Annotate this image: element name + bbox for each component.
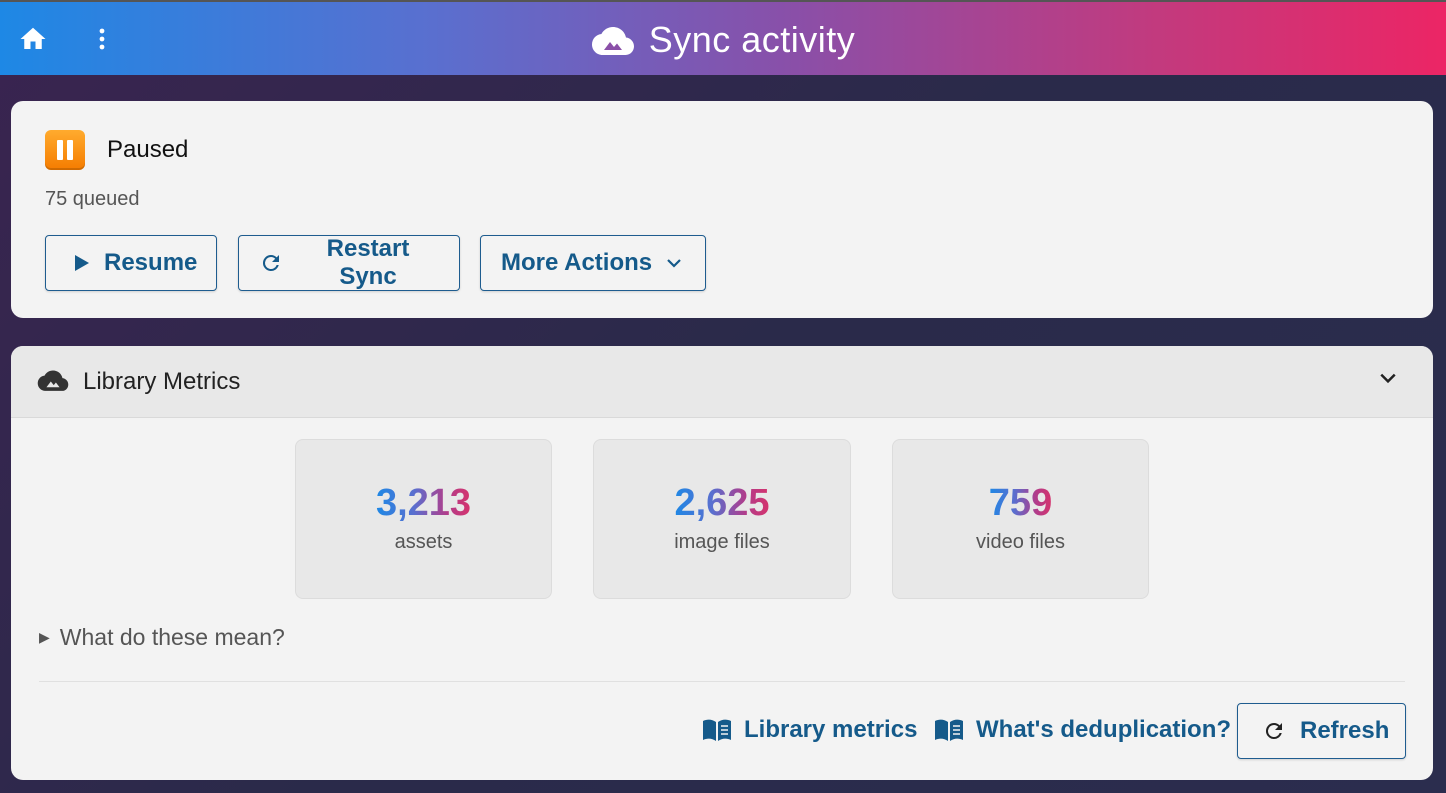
refresh-label: Refresh (1300, 717, 1390, 744)
library-metrics-link-label: Library metrics (744, 716, 918, 743)
library-metrics-header[interactable]: Library Metrics (11, 346, 1433, 418)
disclosure-label: What do these mean? (59, 624, 285, 650)
what-do-these-mean-toggle[interactable]: ▶ What do these mean? (39, 624, 285, 651)
restart-sync-label: Restart Sync (326, 235, 410, 290)
divider (39, 681, 1405, 682)
kebab-menu-icon[interactable] (92, 24, 112, 54)
library-metrics-link[interactable]: Library metrics (702, 716, 917, 744)
book-icon (935, 719, 963, 741)
status-label: Paused (107, 136, 189, 163)
metric-value: 759 (988, 482, 1053, 524)
resume-label: Resume (104, 249, 198, 276)
home-icon[interactable] (18, 24, 48, 54)
page-title: Sync activity (648, 18, 856, 60)
library-metrics-card: Library Metrics 3,213 assets 2,625 image… (11, 346, 1433, 780)
chevron-down-icon (667, 259, 681, 268)
status-row: Paused (45, 130, 188, 170)
pause-icon (45, 130, 85, 170)
book-icon (703, 719, 731, 741)
deduplication-link-label: What's deduplication? (976, 716, 1232, 743)
resume-button[interactable]: Resume (45, 235, 217, 291)
metric-value: 2,625 (674, 482, 770, 524)
metric-label: assets (394, 531, 453, 553)
cloud-icon (37, 370, 69, 391)
refresh-icon (262, 254, 279, 271)
metric-tile-video-files: 759 video files (892, 439, 1149, 599)
triangle-right-icon: ▶ (39, 629, 50, 645)
deduplication-link[interactable]: What's deduplication? (934, 716, 1231, 744)
play-icon (75, 255, 89, 271)
restart-sync-button[interactable]: Restart Sync (238, 235, 460, 291)
library-metrics-title: Library Metrics (83, 368, 241, 395)
metric-label: video files (976, 531, 1065, 553)
chevron-down-icon[interactable] (1379, 372, 1397, 384)
cloud-icon (591, 26, 634, 55)
metric-value: 3,213 (375, 482, 472, 524)
app-header: Sync activity (0, 0, 1446, 75)
refresh-icon (1265, 723, 1282, 739)
more-actions-label: More Actions (501, 249, 653, 276)
refresh-button[interactable]: Refresh (1237, 703, 1406, 759)
metric-tile-assets: 3,213 assets (295, 439, 552, 599)
metric-label: image files (674, 531, 770, 553)
more-actions-button[interactable]: More Actions (480, 235, 706, 291)
queued-count: 75 queued (45, 188, 140, 210)
sync-status-card: Paused 75 queued Resume Restart Sync Mor… (11, 101, 1433, 318)
metric-tile-image-files: 2,625 image files (593, 439, 851, 599)
